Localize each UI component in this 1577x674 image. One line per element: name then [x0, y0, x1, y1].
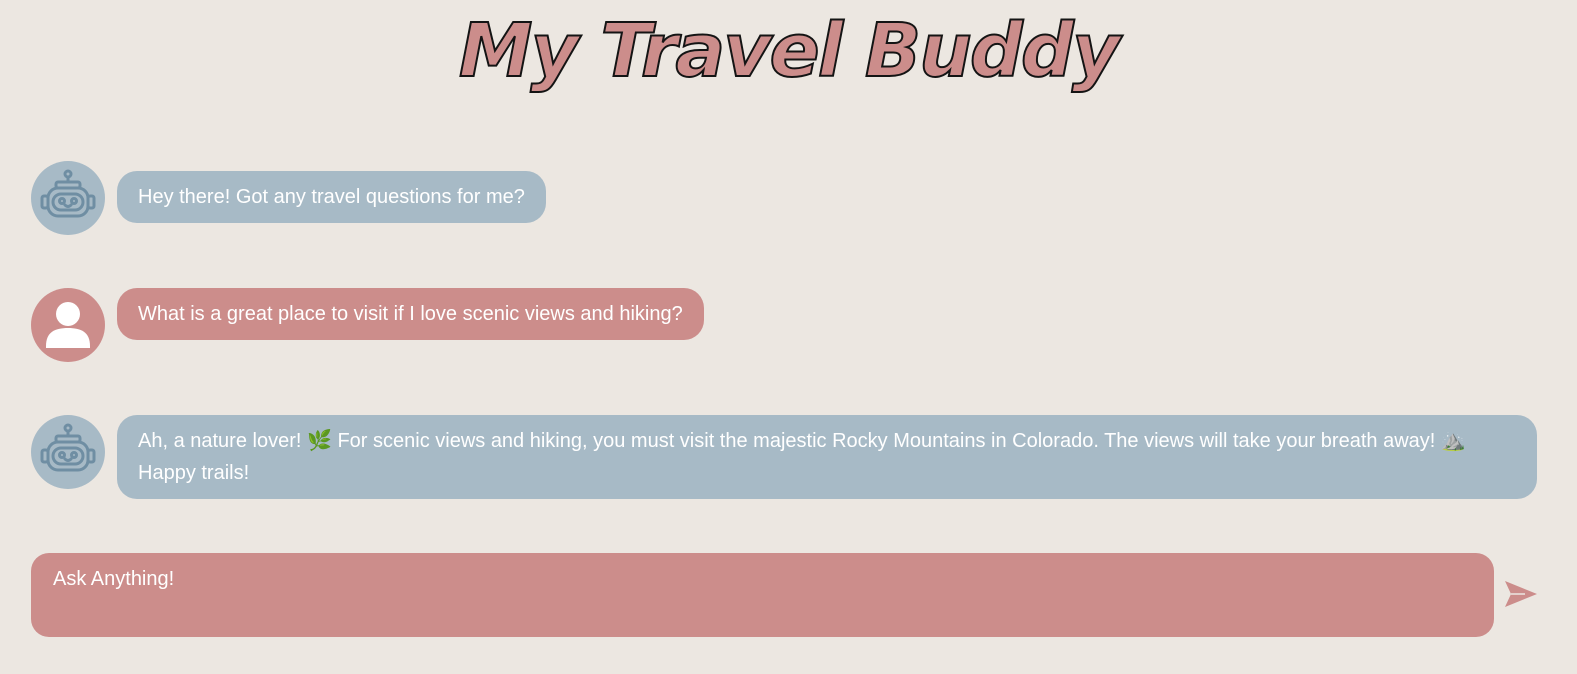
send-icon[interactable] — [1503, 578, 1539, 610]
chat-message-user: What is a great place to visit if I love… — [31, 288, 704, 362]
message-bubble: What is a great place to visit if I love… — [117, 288, 704, 340]
robot-icon — [40, 423, 96, 472]
message-composer — [31, 553, 1494, 637]
bot-avatar — [31, 161, 105, 235]
bot-avatar — [31, 415, 105, 489]
user-icon — [46, 302, 90, 348]
app-title: My Travel Buddy — [458, 7, 1121, 95]
user-avatar — [31, 288, 105, 362]
message-input[interactable] — [53, 565, 1472, 625]
message-bubble: Ah, a nature lover! 🌿 For scenic views a… — [117, 415, 1537, 499]
chat-message-bot: Hey there! Got any travel questions for … — [31, 161, 546, 235]
robot-icon — [40, 169, 96, 218]
message-bubble: Hey there! Got any travel questions for … — [117, 171, 546, 223]
chat-message-bot: Ah, a nature lover! 🌿 For scenic views a… — [31, 415, 1537, 499]
